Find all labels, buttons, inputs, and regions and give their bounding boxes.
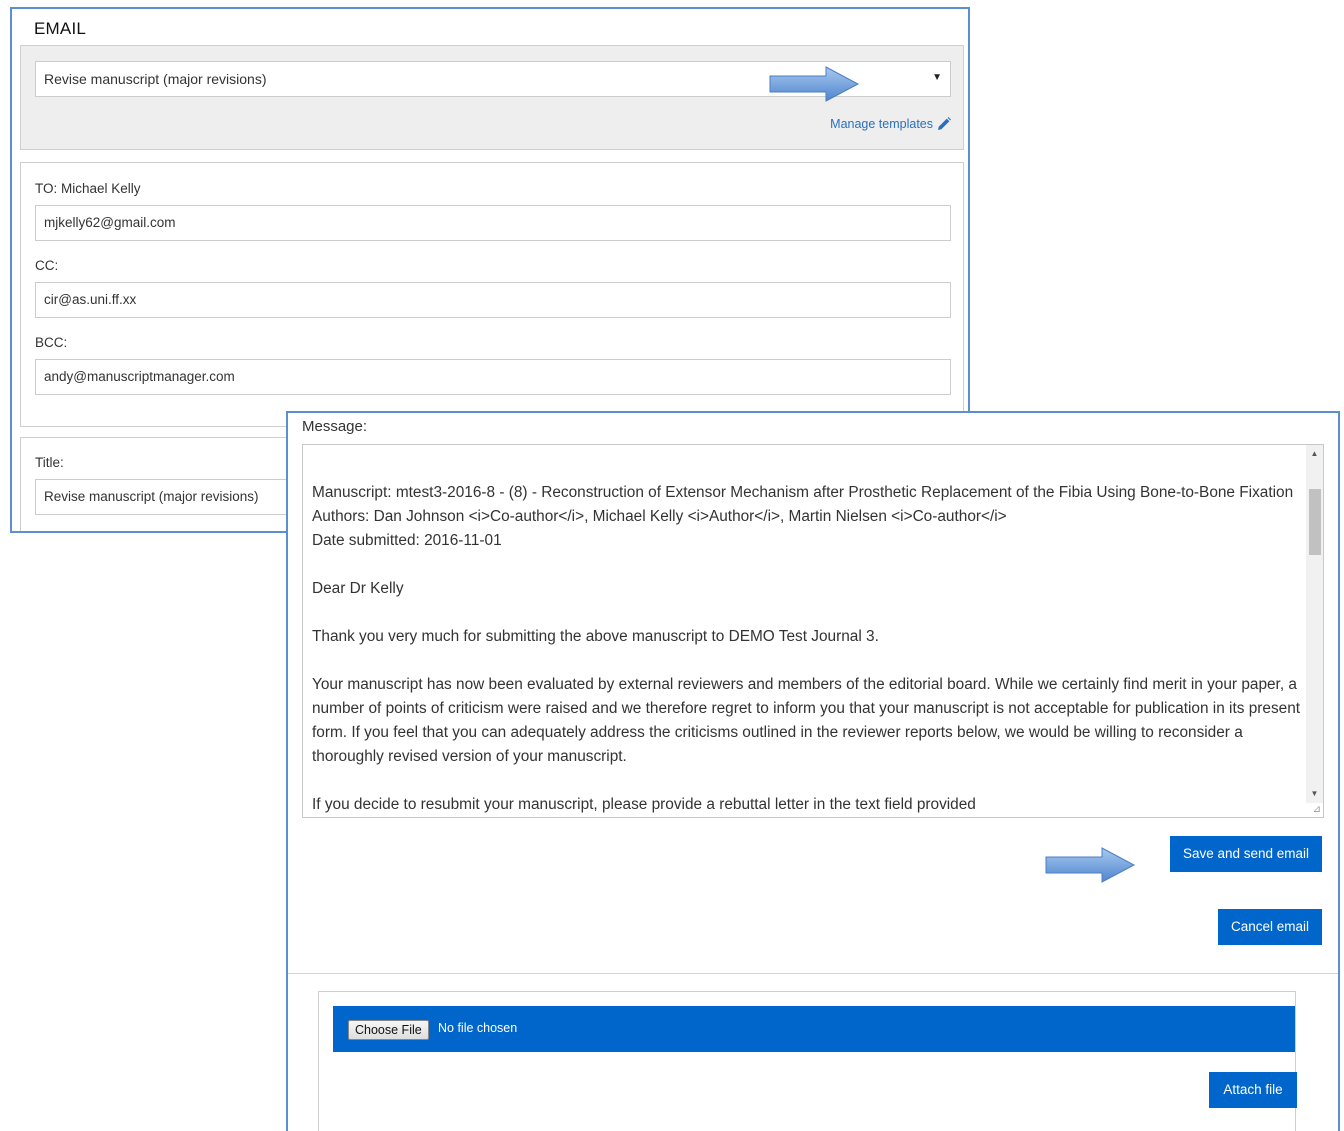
- caret-down-icon: ▼: [932, 72, 942, 83]
- message-textarea[interactable]: Manuscript: mtest3-2016-8 - (8) - Recons…: [302, 444, 1324, 818]
- email-heading: EMAIL: [34, 19, 87, 38]
- manage-templates-link[interactable]: Manage templates: [830, 117, 951, 131]
- scroll-thumb[interactable]: [1309, 489, 1321, 555]
- message-authors-line: Authors: Dan Johnson <i>Co-author</i>, M…: [312, 508, 1007, 525]
- template-select-value: Revise manuscript (major revisions): [44, 71, 267, 87]
- choose-file-button[interactable]: Choose File: [348, 1020, 429, 1040]
- message-scrollbar[interactable]: ▲ ▼: [1306, 445, 1323, 803]
- message-greeting: Dear Dr Kelly: [312, 580, 404, 597]
- attach-file-button[interactable]: Attach file: [1209, 1072, 1297, 1108]
- message-label: Message:: [302, 418, 368, 435]
- message-body: Manuscript: mtest3-2016-8 - (8) - Recons…: [312, 481, 1302, 817]
- message-cutoff-paragraph: If you decide to resubmit your manuscrip…: [312, 796, 976, 813]
- scroll-down-icon[interactable]: ▼: [1306, 787, 1323, 801]
- to-label: TO: Michael Kelly: [35, 181, 141, 196]
- no-file-text: No file chosen: [438, 1021, 518, 1035]
- divider: [288, 973, 1338, 974]
- cc-input[interactable]: cir@as.uni.ff.xx: [35, 282, 951, 318]
- bcc-label: BCC:: [35, 335, 68, 350]
- file-input-bar: Choose File No file chosen: [333, 1006, 1295, 1052]
- title-label: Title:: [35, 455, 64, 470]
- to-input[interactable]: mjkelly62@gmail.com: [35, 205, 951, 241]
- pencil-icon: [938, 117, 951, 130]
- message-date-line: Date submitted: 2016-11-01: [312, 532, 502, 549]
- message-panel: Message: Manuscript: mtest3-2016-8 - (8)…: [286, 411, 1340, 1131]
- attachment-box: Choose File No file chosen Attach file: [318, 991, 1297, 1131]
- resize-grip-icon[interactable]: ⊿: [1313, 805, 1321, 815]
- manage-templates-label: Manage templates: [830, 117, 933, 131]
- scroll-up-icon[interactable]: ▲: [1306, 447, 1323, 461]
- cancel-email-button[interactable]: Cancel email: [1218, 909, 1322, 945]
- cc-label: CC:: [35, 258, 59, 273]
- save-and-send-button[interactable]: Save and send email: [1170, 836, 1322, 872]
- annotation-arrow-icon: [769, 66, 860, 102]
- message-manuscript-line: Manuscript: mtest3-2016-8 - (8) - Recons…: [312, 484, 1294, 501]
- bcc-input[interactable]: andy@manuscriptmanager.com: [35, 359, 951, 395]
- annotation-arrow-icon: [1045, 847, 1136, 883]
- message-evaluation-paragraph: Your manuscript has now been evaluated b…: [312, 676, 1301, 765]
- recipients-box: TO: Michael Kelly mjkelly62@gmail.com CC…: [20, 162, 964, 427]
- message-thanks-paragraph: Thank you very much for submitting the a…: [312, 628, 879, 645]
